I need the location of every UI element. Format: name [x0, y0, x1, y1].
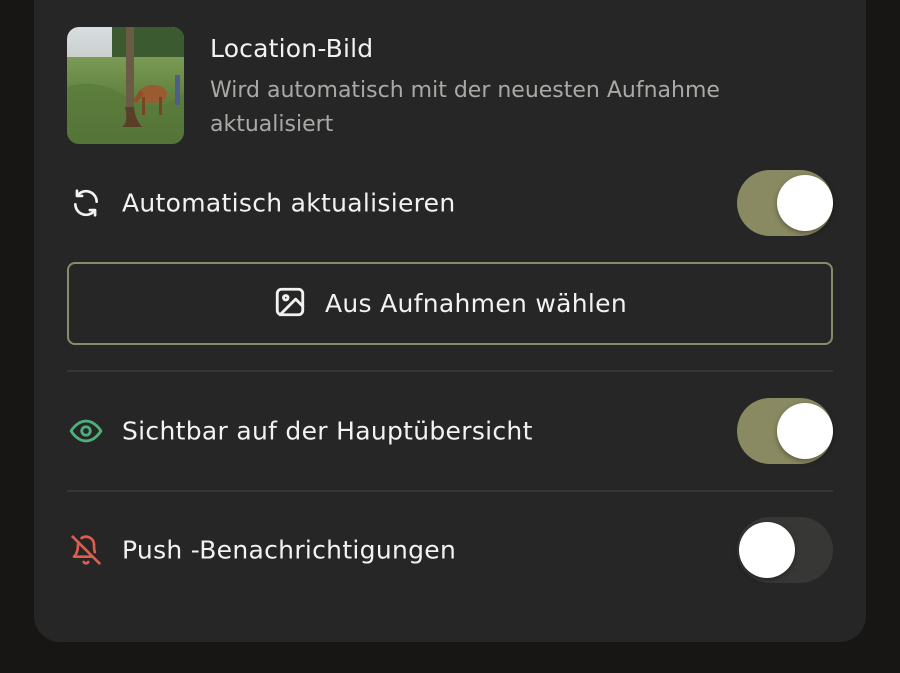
divider [67, 490, 833, 492]
location-image-subtitle: Wird automatisch mit der neuesten Aufnah… [210, 78, 720, 137]
auto-update-toggle[interactable] [737, 170, 833, 236]
image-icon [273, 285, 307, 323]
location-image-thumbnail[interactable] [67, 27, 184, 144]
push-notifications-label: Push -Benachrichtigungen [122, 535, 457, 565]
toggle-knob [777, 403, 833, 459]
location-image-title: Location-Bild [210, 34, 374, 63]
visibility-row: Sichtbar auf der Hauptübersicht [67, 396, 833, 466]
push-notifications-row: Push -Benachrichtigungen [67, 515, 833, 585]
refresh-icon [67, 184, 105, 222]
choose-from-recordings-button[interactable]: Aus Aufnahmen wählen [67, 262, 833, 345]
choose-button-label: Aus Aufnahmen wählen [325, 289, 627, 318]
auto-update-row: Automatisch aktualisieren [67, 168, 833, 238]
auto-update-label: Automatisch aktualisieren [122, 188, 456, 218]
bell-off-icon [67, 531, 105, 569]
toggle-knob [777, 175, 833, 231]
visibility-label: Sichtbar auf der Hauptübersicht [122, 416, 533, 446]
visibility-toggle[interactable] [737, 398, 833, 464]
divider [67, 370, 833, 372]
eye-icon [67, 412, 105, 450]
push-notifications-toggle[interactable] [737, 517, 833, 583]
toggle-knob [739, 522, 795, 578]
location-photo [67, 27, 184, 144]
